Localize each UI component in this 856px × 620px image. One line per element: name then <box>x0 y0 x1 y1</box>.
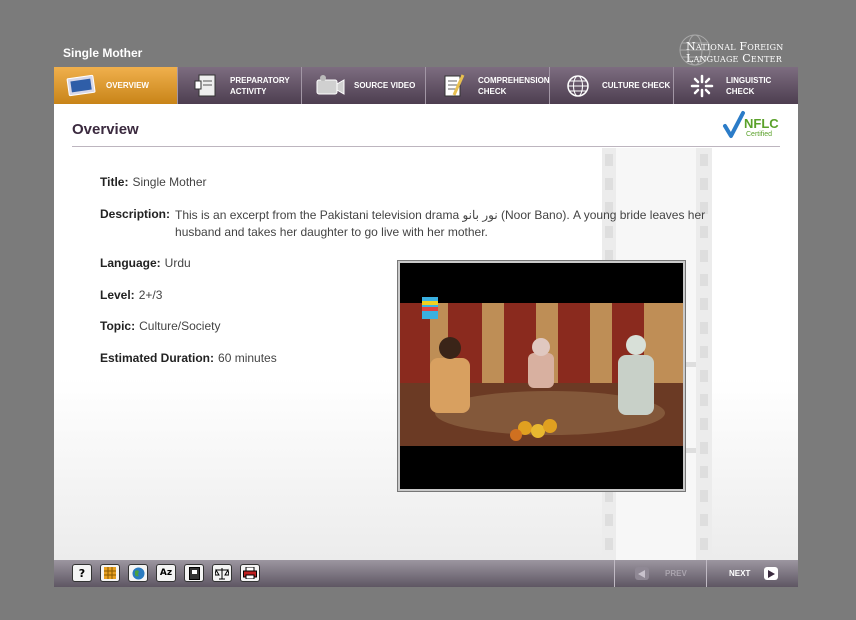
tab-label: Preparatory Activity <box>230 75 290 96</box>
tab-linguistic-check[interactable]: Linguistic Check <box>674 67 798 104</box>
tab-label: Overview <box>106 81 149 90</box>
arrow-right-icon <box>764 567 779 580</box>
tab-culture-check[interactable]: Culture Check <box>550 67 674 104</box>
description-label: Description: <box>100 207 171 221</box>
level-row: Level: 2+/3 <box>100 288 162 302</box>
dictionary-glyph: Az <box>159 568 173 578</box>
footer-toolbar: ? Az PREV NEXT <box>54 560 798 587</box>
tab-label: Linguistic Check <box>726 75 772 96</box>
video-thumbnail[interactable] <box>398 261 685 491</box>
arrow-left-icon <box>635 567 649 580</box>
prev-button[interactable]: PREV <box>614 560 707 587</box>
tab-overview[interactable]: Overview <box>54 67 178 104</box>
page-title: Overview <box>72 121 139 138</box>
title-value: Single Mother <box>132 175 207 189</box>
tab-label: Source Video <box>354 81 416 90</box>
prev-label: PREV <box>665 569 687 578</box>
logo-line2: Language Center <box>686 52 782 65</box>
nflc-logo: National Foreign Language Center <box>678 33 798 69</box>
next-label: NEXT <box>729 569 751 578</box>
tab-source-video[interactable]: Source Video <box>302 67 426 104</box>
title-label: Title: <box>100 175 129 189</box>
language-value: Urdu <box>164 256 191 270</box>
scales-icon[interactable] <box>212 564 232 582</box>
next-button[interactable]: NEXT <box>706 560 799 587</box>
print-icon[interactable] <box>240 564 260 582</box>
book-icon[interactable] <box>184 564 204 582</box>
description-row: Description: This is an excerpt from the… <box>100 207 710 241</box>
language-row: Language: Urdu <box>100 256 191 270</box>
notepad-icon <box>188 72 224 100</box>
title-row: Title: Single Mother <box>100 175 207 189</box>
checkmark-icon <box>723 111 745 138</box>
badge-text: NFLC <box>744 116 779 131</box>
video-frame-image <box>400 263 683 489</box>
heading-divider <box>72 146 780 147</box>
globe-icon <box>560 72 596 100</box>
main-nav: Overview Preparatory Activity Source Vid… <box>54 67 798 105</box>
monitor-icon <box>64 72 100 100</box>
nflc-certified-badge: NFLC Certified <box>722 108 782 142</box>
content-panel: Overview NFLC Certified Title: Single Mot… <box>54 104 798 560</box>
tab-comprehension-check[interactable]: Comprehension Check <box>426 67 550 104</box>
dictionary-icon[interactable]: Az <box>156 564 176 582</box>
sparkle-icon <box>684 72 720 100</box>
level-value: 2+/3 <box>138 288 163 302</box>
tab-preparatory-activity[interactable]: Preparatory Activity <box>178 67 302 104</box>
help-glyph: ? <box>78 566 86 580</box>
duration-label: Estimated Duration: <box>100 351 215 365</box>
level-label: Level: <box>100 288 135 302</box>
badge-subtext: Certified <box>746 131 773 138</box>
pencil-paper-icon <box>436 72 472 100</box>
topic-row: Topic: Culture/Society <box>100 319 220 333</box>
grid-icon[interactable] <box>100 564 120 582</box>
globe-icon[interactable] <box>128 564 148 582</box>
topic-label: Topic: <box>100 319 136 333</box>
duration-row: Estimated Duration: 60 minutes <box>100 351 277 365</box>
tab-label: Culture Check <box>602 81 671 90</box>
help-icon[interactable]: ? <box>72 564 92 582</box>
video-camera-icon <box>312 72 348 100</box>
tab-label: Comprehension Check <box>478 75 550 96</box>
topic-value: Culture/Society <box>139 319 221 333</box>
description-value: This is an excerpt from the Pakistani te… <box>175 208 706 239</box>
duration-value: 60 minutes <box>218 351 277 365</box>
language-label: Language: <box>100 256 161 270</box>
app-title: Single Mother <box>63 46 143 60</box>
